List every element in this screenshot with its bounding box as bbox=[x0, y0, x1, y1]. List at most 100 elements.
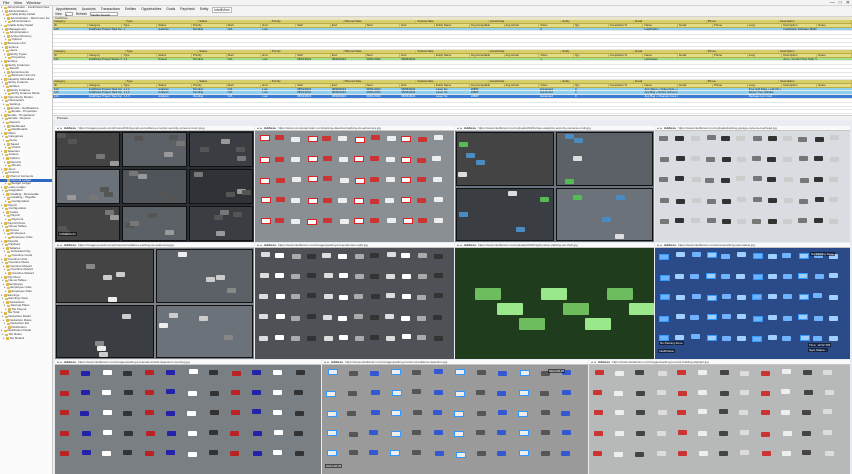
column-header-cell[interactable]: ID bbox=[53, 83, 88, 87]
group-header-cell[interactable]: Type bbox=[126, 80, 199, 83]
browser-pane[interactable]: ◂ ▸ Address https://www.intellivision.com/s… bbox=[655, 243, 850, 359]
column-header-cell[interactable]: Category bbox=[88, 83, 123, 87]
forward-icon[interactable]: ▸ bbox=[461, 126, 463, 130]
back-icon[interactable]: ◂ bbox=[57, 243, 59, 247]
column-header-cell[interactable]: Avg Acceptable bbox=[470, 83, 505, 87]
camera-tile[interactable] bbox=[188, 169, 253, 204]
column-header-cell[interactable]: Start bbox=[227, 53, 262, 57]
back-icon[interactable]: ◂ bbox=[457, 243, 459, 247]
column-header-cell[interactable]: Avg Actual bbox=[505, 83, 540, 87]
column-header-cell[interactable]: Email bbox=[678, 53, 713, 57]
column-header-cell[interactable]: Entity Name bbox=[435, 53, 470, 57]
column-header-cell[interactable]: ID bbox=[53, 23, 88, 27]
group-header-cell[interactable]: Category bbox=[53, 80, 126, 83]
column-header-cell[interactable]: Avg Acceptable bbox=[470, 23, 505, 27]
column-header-cell[interactable]: ID bbox=[53, 53, 88, 57]
back-icon[interactable]: ◂ bbox=[457, 126, 459, 130]
column-header-cell[interactable]: Completion % bbox=[609, 23, 644, 27]
column-header-cell[interactable]: Phone bbox=[713, 83, 748, 87]
address-url[interactable]: https://images.pexels.com/photos/2014/pe… bbox=[78, 126, 205, 130]
column-header-cell[interactable]: Category bbox=[88, 53, 123, 57]
browser-pane[interactable]: ◂ ▸ Address https://www.intellivision.com/i… bbox=[322, 360, 588, 474]
browser-pane[interactable]: ◂ ▸ Address https://www.intellivision.com/i… bbox=[255, 243, 454, 359]
column-header-cell[interactable]: Type bbox=[122, 53, 158, 57]
column-header-cell[interactable]: Qty bbox=[574, 53, 609, 57]
column-header-cell[interactable]: End bbox=[400, 23, 436, 27]
column-header-cell[interactable]: Start bbox=[366, 83, 401, 87]
column-header-cell[interactable]: Type bbox=[122, 23, 158, 27]
group-header-cell[interactable]: Category bbox=[53, 20, 126, 23]
group-header-cell[interactable]: Priority bbox=[271, 50, 344, 53]
column-header-cell[interactable]: Long bbox=[748, 23, 783, 27]
address-url[interactable]: https://www.intellivision.com/uploads/pa… bbox=[678, 126, 777, 130]
column-header-cell[interactable]: Start bbox=[227, 83, 262, 87]
browser-pane[interactable]: ◂ ▸ Address https://www.intellivision.com/u… bbox=[455, 126, 654, 242]
tab-paycheck[interactable]: Paycheck bbox=[179, 7, 196, 13]
forward-icon[interactable]: ▸ bbox=[61, 126, 63, 130]
back-icon[interactable]: ◂ bbox=[257, 243, 259, 247]
group-header-cell[interactable]: Entity bbox=[561, 80, 635, 83]
column-header-cell[interactable]: Video bbox=[539, 53, 575, 57]
forward-icon[interactable]: ▸ bbox=[328, 360, 330, 364]
camera-tile[interactable] bbox=[122, 169, 187, 204]
group-header-cell[interactable]: Email bbox=[634, 50, 707, 53]
column-header-cell[interactable]: Avg Actual bbox=[505, 23, 540, 27]
group-header-cell[interactable]: Planned Date bbox=[344, 20, 417, 23]
column-header-cell[interactable]: Status bbox=[157, 83, 192, 87]
group-header-cell[interactable]: Entity bbox=[561, 50, 635, 53]
forward-icon[interactable]: ▸ bbox=[261, 126, 263, 130]
column-header-cell[interactable]: Avg Actual bbox=[505, 53, 540, 57]
column-header-cell[interactable]: Long bbox=[748, 53, 783, 57]
group-header-cell[interactable]: Actual Date bbox=[489, 50, 562, 53]
back-icon[interactable]: ◂ bbox=[57, 360, 59, 364]
camera-tile[interactable] bbox=[56, 132, 121, 167]
browser-pane[interactable]: ◂ ▸ Address https://www.intellivision.com/u… bbox=[655, 126, 850, 242]
column-header-cell[interactable]: Name bbox=[643, 23, 679, 27]
camera-tile[interactable] bbox=[555, 132, 653, 186]
tab-entity[interactable]: Entity bbox=[199, 7, 209, 13]
forward-icon[interactable]: ▸ bbox=[61, 243, 63, 247]
group-header-cell[interactable]: Actual Date bbox=[489, 20, 562, 23]
browser-pane[interactable]: ◂ ▸ Address https://www.intellivision.com/u… bbox=[455, 243, 654, 359]
camera-tile[interactable] bbox=[122, 132, 187, 167]
browser-pane[interactable]: ◂ ▸ Address https://www.intellivision.com/i… bbox=[589, 360, 850, 474]
group-header-cell[interactable]: Outlook Date bbox=[416, 20, 489, 23]
group-header-cell[interactable]: Outlook Date bbox=[416, 50, 489, 53]
group-header-cell[interactable]: Status bbox=[198, 20, 271, 23]
camera-tile[interactable] bbox=[188, 132, 253, 167]
browser-pane[interactable]: ◂ ▸ Address https://images.pexels.com/photo… bbox=[55, 126, 254, 242]
group-header-cell[interactable]: Planned Date bbox=[344, 50, 417, 53]
group-header-cell[interactable]: Email bbox=[634, 20, 707, 23]
camera-tile[interactable] bbox=[188, 206, 253, 241]
group-header-cell[interactable]: Planned Date bbox=[344, 80, 417, 83]
camera-tile[interactable] bbox=[56, 249, 154, 303]
forward-icon[interactable]: ▸ bbox=[661, 243, 663, 247]
browser-pane[interactable]: ◂ ▸ Address https://www.intellivision.com/i… bbox=[55, 360, 321, 474]
back-icon[interactable]: ◂ bbox=[324, 360, 326, 364]
column-header-cell[interactable]: Priority bbox=[192, 23, 227, 27]
column-header-cell[interactable]: Start bbox=[366, 53, 401, 57]
column-header-cell[interactable]: Long bbox=[748, 83, 783, 87]
column-header-cell[interactable]: Notes bbox=[817, 83, 852, 87]
forward-icon[interactable]: ▸ bbox=[661, 126, 663, 130]
back-icon[interactable]: ◂ bbox=[657, 243, 659, 247]
address-url[interactable]: https://www.intellivision.com/uploads/20… bbox=[478, 126, 591, 130]
column-header-cell[interactable]: Description bbox=[782, 53, 818, 57]
group-header-cell[interactable]: Description bbox=[779, 50, 852, 53]
tab-goals[interactable]: Goals bbox=[165, 7, 176, 13]
column-header-cell[interactable]: Phone bbox=[713, 23, 748, 27]
column-header-cell[interactable]: Category bbox=[88, 23, 123, 27]
group-header-cell[interactable]: Category bbox=[53, 50, 126, 53]
column-header-cell[interactable]: Description bbox=[782, 83, 818, 87]
column-header-cell[interactable]: Description bbox=[782, 23, 818, 27]
camera-tile[interactable] bbox=[56, 304, 154, 358]
group-header-cell[interactable]: Phone bbox=[707, 80, 780, 83]
preview-tab[interactable]: Preview bbox=[57, 116, 68, 120]
address-url[interactable]: https://www.intellivision.com/smart-park… bbox=[678, 243, 755, 247]
group-header-cell[interactable]: Status bbox=[198, 80, 271, 83]
address-url[interactable]: https://www.intellivision.com/uploads/20… bbox=[478, 243, 578, 247]
column-header-cell[interactable]: Start bbox=[296, 83, 331, 87]
browser-pane[interactable]: ◂ ▸ Address https://www.vcomputervision.com… bbox=[255, 126, 454, 242]
camera-tile[interactable] bbox=[456, 187, 554, 241]
column-header-cell[interactable]: Priority bbox=[192, 83, 227, 87]
